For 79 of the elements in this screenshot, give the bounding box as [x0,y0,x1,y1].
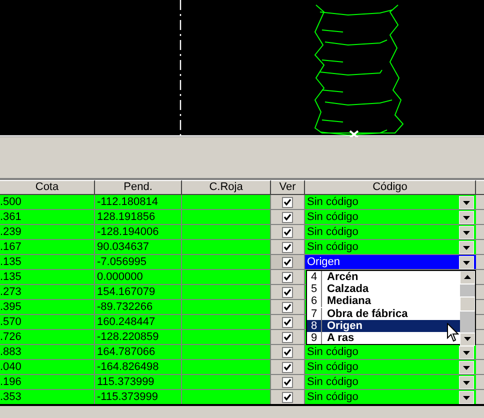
item-label: Origen [327,320,362,332]
table-cell: -115.373999 [95,390,182,404]
table-cell: .167 [0,240,95,255]
dropdown-button[interactable] [459,376,474,388]
table-cell: .273 [0,285,95,300]
table-cell: .040 [0,360,95,375]
checkbox[interactable] [282,242,293,252]
table-cell: .353 [0,390,95,404]
checkbox[interactable] [282,272,293,282]
item-number: 5 [307,283,322,296]
dropdown-button[interactable] [459,226,474,238]
table-cell: .135 [0,255,95,270]
checkbox[interactable] [282,346,293,358]
table-cell: 90.034637 [95,240,182,255]
table-cell: .135 [0,270,95,285]
checkbox[interactable] [282,196,293,208]
list-item[interactable]: 9 A ras [307,332,460,344]
table-cell: .570 [0,315,95,330]
item-label: Calzada [327,283,369,296]
item-label: A ras [327,332,354,344]
table-row[interactable]: .167 90.034637 Sin código [0,240,484,255]
dropdown-button[interactable] [459,196,474,208]
table-cell: .500 [0,195,95,210]
table-row[interactable]: .239 -128.194006 Sin código [0,225,484,240]
table-row[interactable]: .361 128.191856 Sin código [0,210,484,225]
scrollbar[interactable] [460,271,475,344]
checkbox[interactable] [282,302,293,312]
table-cell: 128.191856 [95,210,182,225]
dropdown-button[interactable] [459,390,474,404]
table-row[interactable]: .353 -115.373999 Sin código [0,390,484,404]
checkbox[interactable] [282,256,293,268]
column-header[interactable]: Ver [271,180,305,195]
table-row[interactable]: .196 115.373999 Sin código [0,375,484,390]
list-item[interactable]: 4 Arcén [307,271,460,284]
list-item[interactable]: 8 Origen [307,320,460,332]
table-cell: -128.194006 [95,225,182,240]
item-number: 4 [307,271,322,284]
table-cell: .239 [0,225,95,240]
dropdown-button[interactable] [459,256,474,268]
checkbox[interactable] [282,286,293,298]
dropdown-button[interactable] [459,360,474,374]
table-row[interactable]: .135 -7.056995 Origen [0,255,484,270]
table-row[interactable]: .040 -164.826498 Sin código [0,360,484,375]
table-cell: .196 [0,375,95,390]
checkbox[interactable] [282,362,293,372]
table-cell: -89.732266 [95,300,182,315]
checkbox[interactable] [282,212,293,222]
table-cell: -112.180814 [95,195,182,210]
table-cell: 160.248447 [95,315,182,330]
table-cell: -164.826498 [95,360,182,375]
table-cell: 115.373999 [95,375,182,390]
item-number: 9 [307,332,322,344]
item-number: 6 [307,295,322,308]
table-cell: .726 [0,330,95,345]
dropdown-button[interactable] [459,210,474,224]
checkbox[interactable] [282,392,293,402]
table-cell: 154.167079 [95,285,182,300]
checkbox[interactable] [282,376,293,388]
checkbox[interactable] [282,226,293,238]
table-cell: 0.000000 [95,270,182,285]
column-header[interactable]: C.Roja [182,180,271,195]
checkbox[interactable] [282,332,293,342]
item-label: Arcén [327,271,358,284]
table-row[interactable]: .883 164.787066 Sin código [0,345,484,360]
table-cell: -7.056995 [95,255,182,270]
cursor-icon [447,323,459,342]
list-item[interactable]: 5 Calzada [307,283,460,296]
column-header[interactable]: Cota [0,180,95,195]
item-number: 8 [307,320,322,332]
dropdown-button[interactable] [459,240,474,254]
dropdown-button[interactable] [459,346,474,358]
table-cell: -128.220859 [95,330,182,345]
table-cell: .395 [0,300,95,315]
table-cell: .883 [0,345,95,360]
column-header[interactable]: Pend. [95,180,182,195]
table-cell: .361 [0,210,95,225]
checkbox[interactable] [282,316,293,328]
table-cell: 164.787066 [95,345,182,360]
table-row[interactable]: .500 -112.180814 Sin código [0,195,484,210]
